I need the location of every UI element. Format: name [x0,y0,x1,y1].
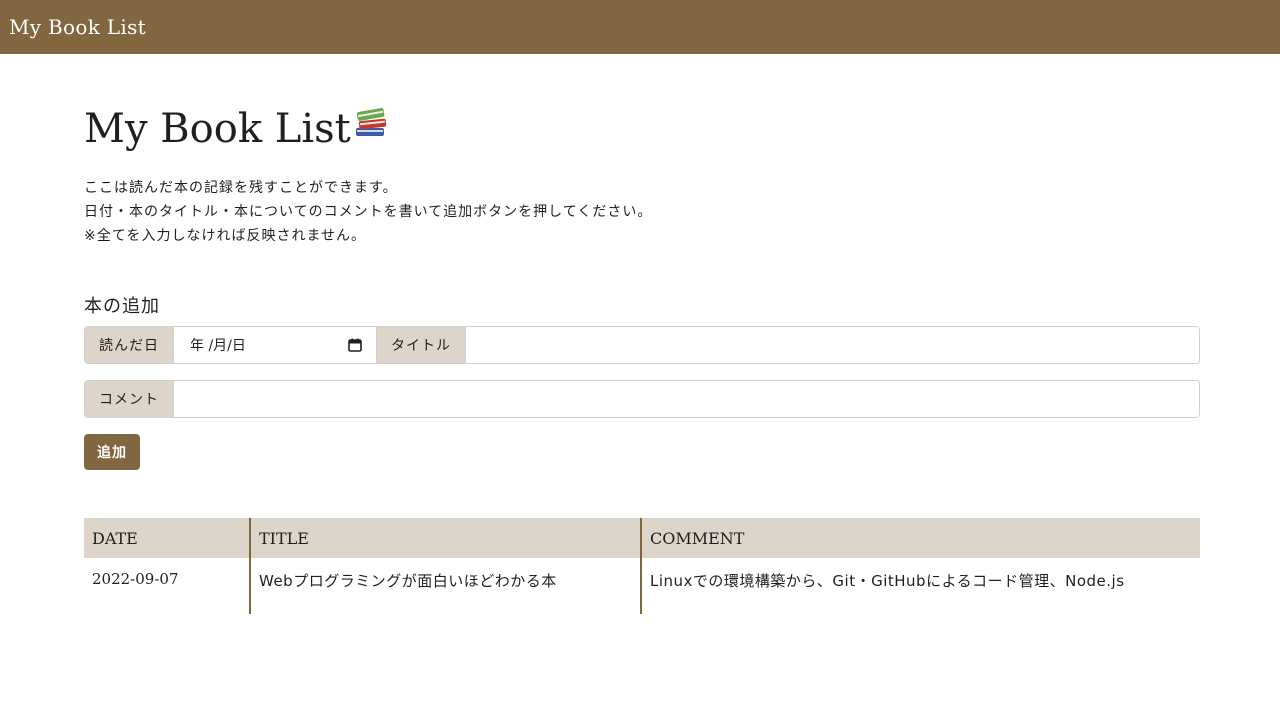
intro-text: ここは読んだ本の記録を残すことができます。 日付・本のタイトル・本についてのコメ… [84,176,652,248]
table-header-row: DATE TITLE COMMENT [84,518,1200,558]
cell-title: Webプログラミングが面白いほどわかる本 [250,558,642,614]
comment-input-group: コメント [84,380,1200,418]
page-title: My Book List [84,104,389,154]
books-icon [353,104,389,140]
cell-date: 2022-09-07 [84,558,251,614]
table-row: 2022-09-07 Webプログラミングが面白いほどわかる本 Linuxでの環… [84,558,1200,614]
title-label: タイトル [377,327,466,363]
column-header-comment: COMMENT [641,518,1200,558]
date-label: 読んだ日 [85,327,174,363]
date-placeholder: 年 /月/日 [190,338,246,354]
comment-input[interactable] [174,381,1199,417]
intro-line: 日付・本のタイトル・本についてのコメントを書いて追加ボタンを押してください。 [84,204,653,220]
navbar: My Book List [0,0,1280,54]
date-input[interactable]: 年 /月/日 [174,327,377,363]
title-input[interactable] [466,327,1199,363]
intro-line: ここは読んだ本の記録を残すことができます。 [84,180,398,196]
intro-line: ※全てを入力しなければ反映されません。 [84,228,367,244]
column-header-title: TITLE [250,518,642,558]
page-title-text: My Book List [84,106,351,152]
navbar-brand[interactable]: My Book List [9,13,146,41]
date-title-input-group: 読んだ日 年 /月/日 タイトル [84,326,1200,364]
book-table: DATE TITLE COMMENT 2022-09-07 Webプログラミング… [84,518,1200,614]
comment-label: コメント [85,381,174,417]
column-header-date: DATE [84,518,251,558]
calendar-icon[interactable] [348,338,362,352]
cell-comment: Linuxでの環境構築から、Git・GitHubによるコード管理、Node.js [650,572,1125,590]
add-book-heading: 本の追加 [84,296,160,317]
add-button[interactable]: 追加 [84,434,140,470]
